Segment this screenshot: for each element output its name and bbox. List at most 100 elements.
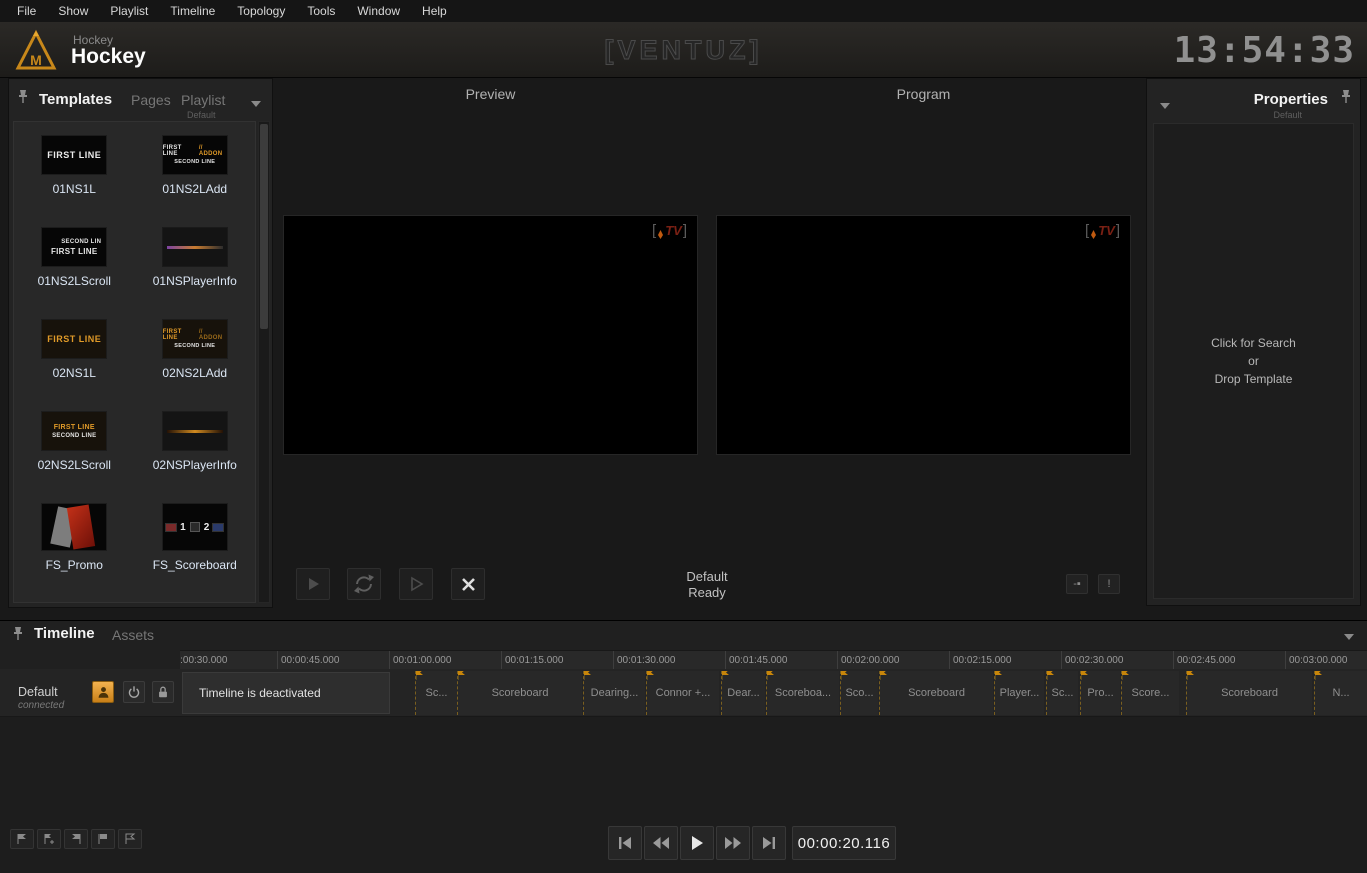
- clip-flag-icon: [1046, 671, 1055, 683]
- ruler-tick: 00:02:00.000: [837, 651, 899, 670]
- template-label: 02NS1L: [53, 366, 96, 380]
- menu-help[interactable]: Help: [411, 1, 458, 21]
- menu-topology[interactable]: Topology: [226, 1, 296, 21]
- menu-show[interactable]: Show: [47, 1, 99, 21]
- program-monitor: [ TV ]: [716, 215, 1131, 455]
- cue-button-2[interactable]: [37, 829, 61, 849]
- dock-button[interactable]: -▪: [1066, 574, 1088, 594]
- clip-flag-icon: [583, 671, 592, 683]
- thumb-text: FIRST LINE: [47, 334, 101, 344]
- thumb-text: SECOND LIN: [61, 239, 101, 245]
- properties-drop-area[interactable]: Click for Search or Drop Template: [1153, 123, 1354, 599]
- template-item[interactable]: FIRST LINE // ADDON SECOND LINE 01NS2LAd…: [162, 136, 227, 228]
- watermark-bracket: ]: [683, 222, 687, 239]
- tab-pages[interactable]: Pages: [131, 92, 171, 108]
- thumb-text: FIRST LINE: [54, 424, 95, 431]
- cue-button-5[interactable]: [118, 829, 142, 849]
- tab-assets[interactable]: Assets: [112, 627, 154, 643]
- timeline-clip[interactable]: Sc...: [415, 671, 457, 715]
- timeline-clip[interactable]: Dearing...: [583, 671, 645, 715]
- ruler-tick: 00:01:15.000: [501, 651, 563, 670]
- timeline-clip[interactable]: Scoreboard: [879, 671, 993, 715]
- timeline-ruler[interactable]: 00:00:30.000 00:00:45.000 00:01:00.000 0…: [180, 650, 1367, 670]
- ruler-tick: 00:02:15.000: [949, 651, 1011, 670]
- cue-button-3[interactable]: [64, 829, 88, 849]
- clip-flag-icon: [840, 671, 849, 683]
- cue-button-1[interactable]: [10, 829, 34, 849]
- template-item[interactable]: FIRST LINE SECOND LINE 02NS2LScroll: [38, 412, 111, 504]
- watermark-bracket: [: [1085, 222, 1089, 239]
- pin-icon[interactable]: [12, 626, 24, 647]
- play-button[interactable]: [680, 826, 714, 860]
- template-item[interactable]: FIRST LINE // ADDON SECOND LINE 02NS2LAd…: [162, 320, 227, 412]
- thumb-text: FIRST LINE: [163, 145, 197, 157]
- timeline-clip[interactable]: Player...: [994, 671, 1044, 715]
- cue-marker-next-icon: [97, 833, 109, 845]
- timeline-clip[interactable]: Connor +...: [646, 671, 719, 715]
- timeline-deactivated-banner[interactable]: Timeline is deactivated: [182, 672, 390, 714]
- ruler-tick: 00:01:45.000: [725, 651, 787, 670]
- properties-hint: or: [1248, 354, 1259, 368]
- clip-label: Score...: [1132, 687, 1170, 699]
- timeline-clip[interactable]: N...: [1314, 671, 1367, 715]
- timeline-clip[interactable]: Pro...: [1080, 671, 1120, 715]
- lowerthird-bar: [167, 430, 223, 433]
- pin-icon[interactable]: [17, 89, 29, 110]
- menu-window[interactable]: Window: [346, 1, 411, 21]
- menu-file[interactable]: File: [6, 1, 47, 21]
- operator-button[interactable]: [92, 681, 114, 703]
- template-item[interactable]: FIRST LINE 02NS1L: [42, 320, 106, 412]
- tab-playlist[interactable]: Playlist: [181, 92, 225, 108]
- notifications-button[interactable]: !: [1098, 574, 1120, 594]
- fast-forward-button[interactable]: [716, 826, 750, 860]
- chevron-down-icon[interactable]: [250, 95, 262, 113]
- chevron-down-icon[interactable]: [1343, 628, 1355, 646]
- skip-end-icon: [761, 836, 777, 850]
- template-label: 01NS2LAdd: [162, 182, 227, 196]
- template-item[interactable]: FIRST LINE 01NS1L: [42, 136, 106, 228]
- cue-button-4[interactable]: [91, 829, 115, 849]
- pin-icon[interactable]: [1340, 89, 1352, 110]
- timeline-clip[interactable]: Scoreboa...: [766, 671, 839, 715]
- team-flag: [213, 524, 223, 531]
- template-item[interactable]: 02NSPlayerInfo: [153, 412, 237, 504]
- template-item[interactable]: 01NSPlayerInfo: [153, 228, 237, 320]
- timeline-clip[interactable]: Scoreboard: [1186, 671, 1312, 715]
- templates-scrollbar[interactable]: [258, 121, 270, 603]
- menu-tools[interactable]: Tools: [296, 1, 346, 21]
- properties-hint: Drop Template: [1215, 372, 1293, 386]
- properties-hint: Click for Search: [1211, 336, 1296, 350]
- template-item[interactable]: 1 2 FS_Scoreboard: [153, 504, 237, 596]
- menu-timeline[interactable]: Timeline: [159, 1, 226, 21]
- template-thumbnail: [163, 228, 227, 266]
- timeline-clip[interactable]: Scoreboard: [457, 671, 582, 715]
- preview-monitor: [ TV ]: [283, 215, 698, 455]
- rewind-button[interactable]: [644, 826, 678, 860]
- watermark-bracket: [: [652, 222, 656, 239]
- skip-start-button[interactable]: [608, 826, 642, 860]
- tab-timeline[interactable]: Timeline: [34, 625, 95, 642]
- power-button[interactable]: [123, 681, 145, 703]
- clip-label: Scoreboard: [492, 687, 549, 699]
- timeline-clip[interactable]: Sc...: [1046, 671, 1078, 715]
- tv-watermark: [ TV ]: [1085, 222, 1120, 239]
- timeline-clip[interactable]: Sco...: [840, 671, 878, 715]
- timeline-clip[interactable]: Score...: [1121, 671, 1179, 715]
- watermark-tv-text: TV: [665, 223, 682, 238]
- ruler-tick: 00:03:00.000: [1285, 651, 1347, 670]
- menu-playlist[interactable]: Playlist: [99, 1, 159, 21]
- skip-end-button[interactable]: [752, 826, 786, 860]
- tab-templates[interactable]: Templates: [39, 91, 112, 108]
- template-label: 01NS2LScroll: [38, 274, 111, 288]
- lock-button[interactable]: [152, 681, 174, 703]
- template-thumbnail: [42, 504, 106, 550]
- chevron-down-icon[interactable]: [1159, 97, 1171, 115]
- template-thumbnail: FIRST LINE SECOND LINE: [42, 412, 106, 450]
- template-thumbnail: FIRST LINE: [42, 136, 106, 174]
- clip-label: Pro...: [1087, 687, 1113, 699]
- scrollbar-thumb[interactable]: [260, 124, 268, 329]
- clip-label: Connor +...: [656, 687, 711, 699]
- template-item[interactable]: SECOND LIN FIRST LINE 01NS2LScroll: [38, 228, 111, 320]
- template-item[interactable]: FS_Promo: [42, 504, 106, 596]
- timeline-clip[interactable]: Dear...: [721, 671, 765, 715]
